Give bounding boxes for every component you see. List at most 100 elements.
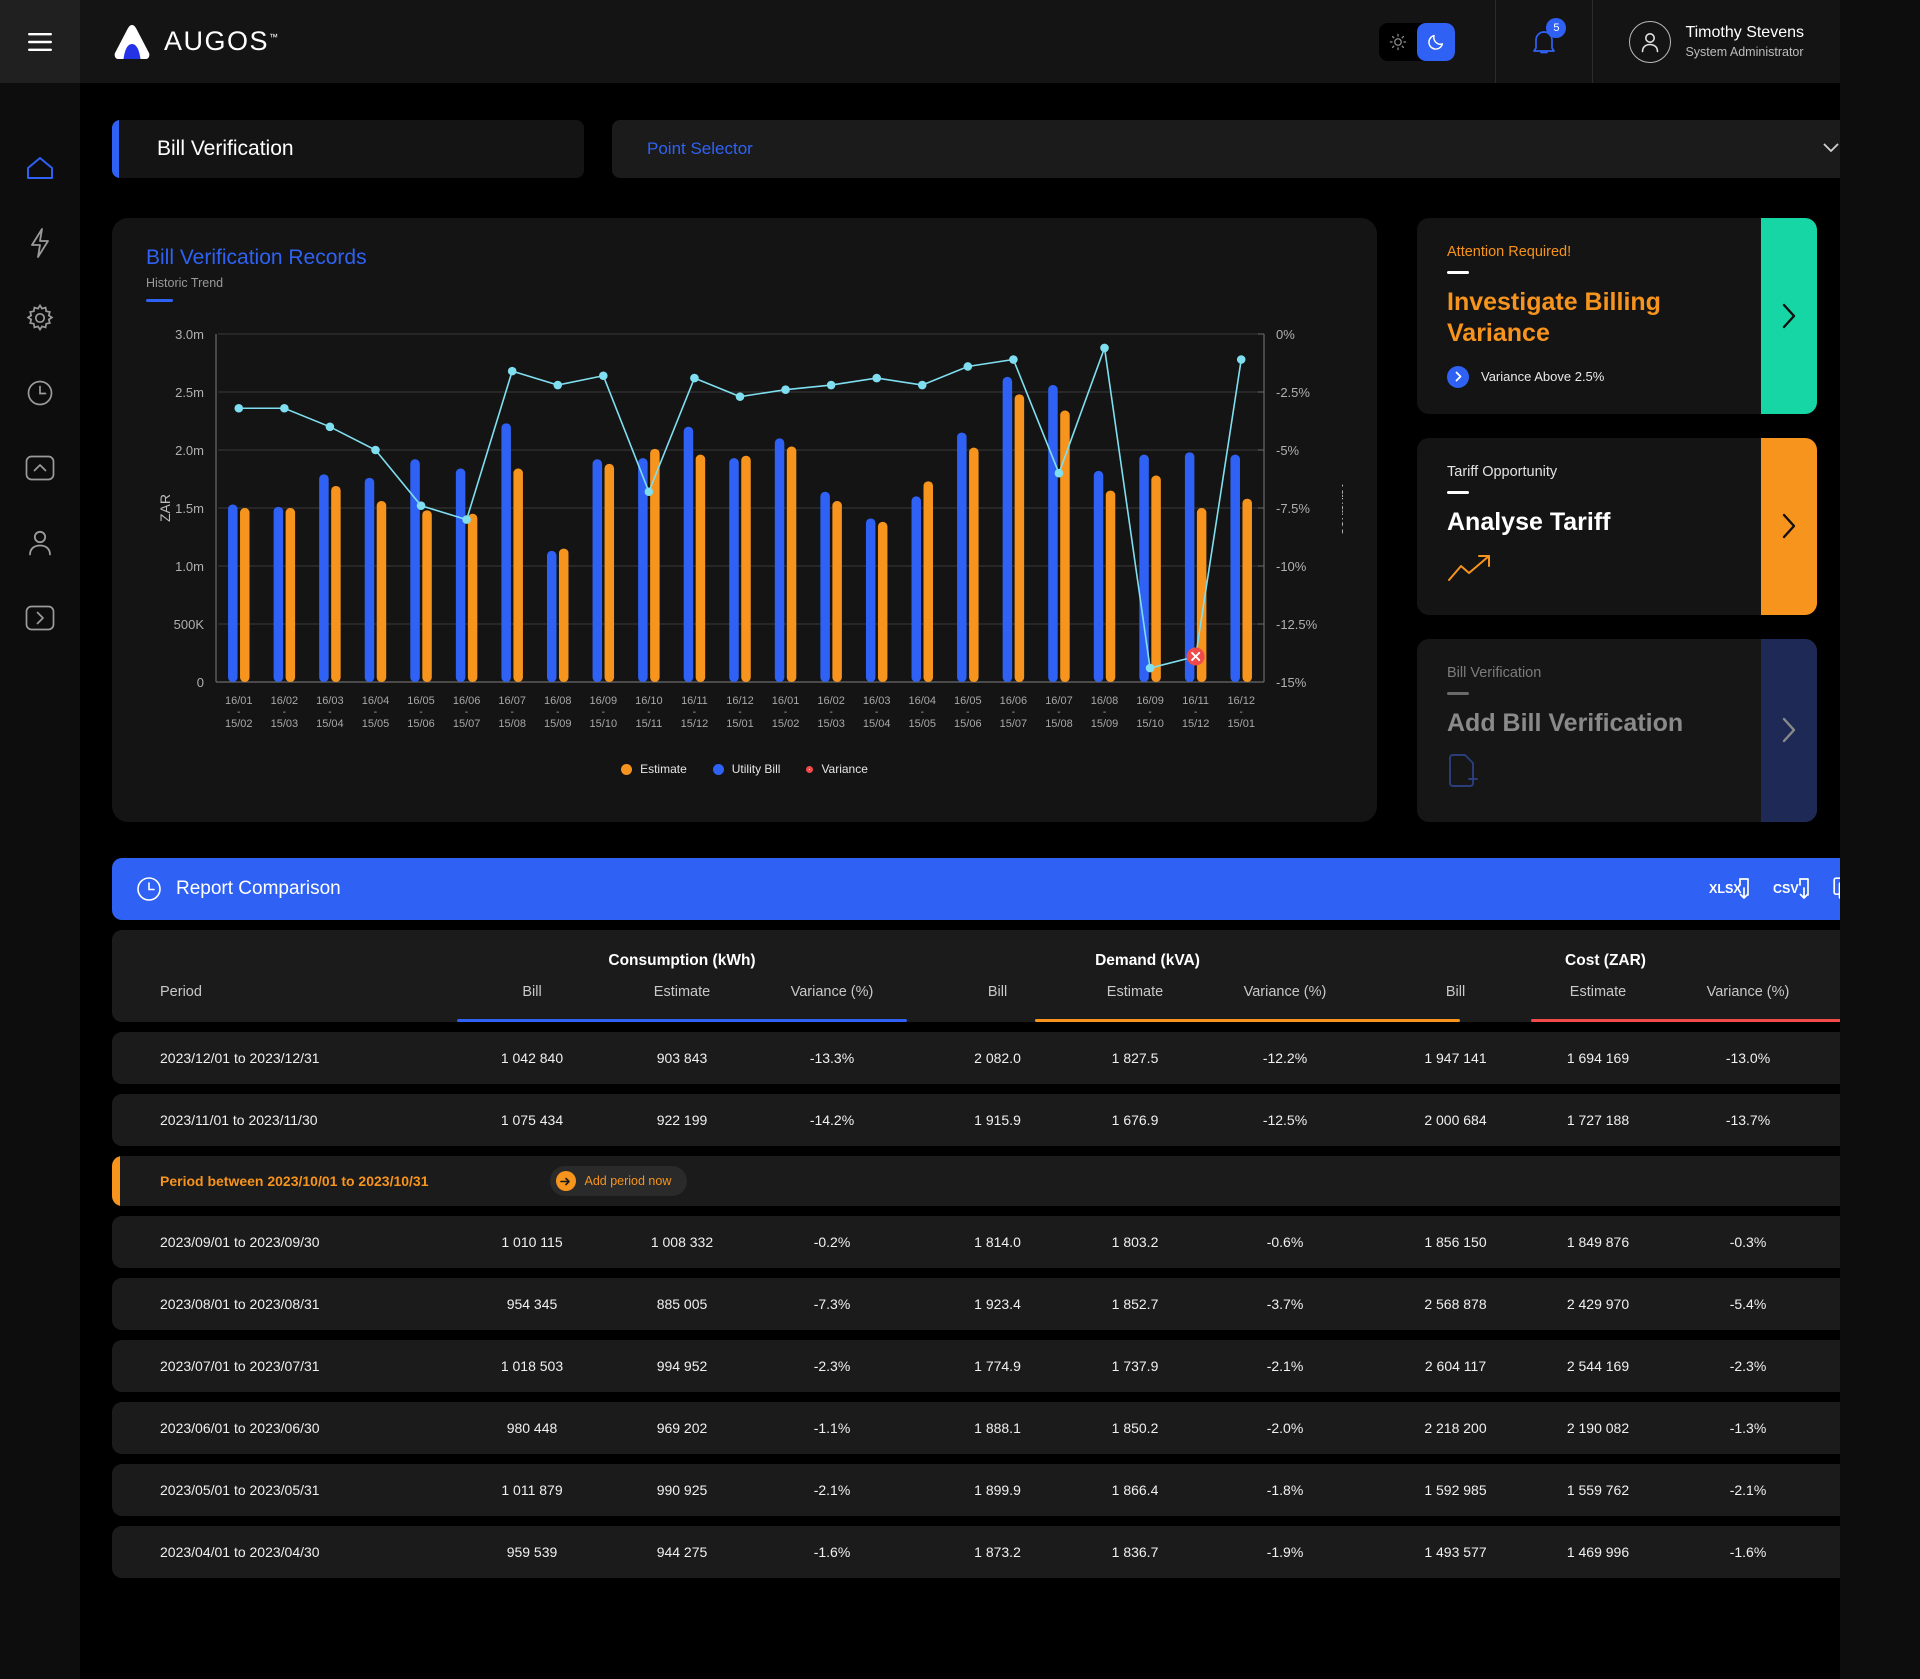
row-period: 2023/07/01 to 2023/07/31 [160, 1358, 320, 1374]
svg-text:16/06: 16/06 [453, 695, 481, 707]
cost-bill: 2 000 684 [1424, 1112, 1487, 1128]
table-header: Consumption (kWh) Demand (kVA) Cost (ZAR) P… [112, 930, 1920, 1022]
svg-text:-: - [1103, 707, 1106, 718]
promo-card-arrow[interactable] [1761, 638, 1817, 822]
consumption-estimate: 969 202 [656, 1420, 708, 1436]
column-header: Variance (%) [790, 984, 874, 1000]
promo-card-arrow[interactable] [1761, 218, 1817, 414]
demand-variance: -2.1% [1266, 1358, 1304, 1374]
sidebar [0, 0, 80, 1679]
svg-text:15/07: 15/07 [1000, 718, 1028, 730]
svg-text:15/06: 15/06 [407, 718, 435, 730]
chevron-down-icon[interactable] [1823, 140, 1839, 158]
export-xlsx-button[interactable]: XLSX [1709, 875, 1753, 903]
consumption-variance: -13.3% [809, 1050, 855, 1066]
table-row[interactable]: 2023/04/01 to 2023/04/30 959 539 944 275 -1… [112, 1526, 1920, 1578]
demand-estimate: 1 803.2 [1111, 1234, 1159, 1250]
table-row[interactable]: 2023/06/01 to 2023/06/30 980 448 969 202 -1… [112, 1402, 1920, 1454]
sidebar-item-expand[interactable] [23, 601, 57, 635]
svg-text:16/12: 16/12 [726, 695, 754, 707]
warning-accent-bar [112, 1156, 120, 1206]
svg-text:15/08: 15/08 [1045, 718, 1073, 730]
sidebar-item-history[interactable] [23, 376, 57, 410]
promo-card-list: Attention Required! Investigate Billing V… [1417, 218, 1817, 822]
consumption-estimate: 885 005 [656, 1296, 708, 1312]
add-period-button[interactable]: Add period now [549, 1166, 688, 1196]
demand-bill: 2 082.0 [974, 1050, 1021, 1066]
report-comparison-row: Report Comparison XLSX CSV [112, 858, 1920, 920]
column-header: Variance (%) [1706, 984, 1790, 1000]
table-row[interactable]: 2023/12/01 to 2023/12/31 1 042 840 903 843… [112, 1032, 1920, 1084]
sidebar-item-settings[interactable] [23, 301, 57, 335]
notifications-button[interactable]: 5 [1496, 0, 1592, 83]
sidebar-item-account[interactable] [23, 526, 57, 560]
sidebar-item-collapse[interactable] [23, 451, 57, 485]
consumption-bill: 980 448 [506, 1420, 558, 1436]
svg-text:-: - [738, 707, 741, 718]
clock-icon [27, 380, 53, 406]
svg-text:15/11: 15/11 [636, 718, 663, 730]
user-profile[interactable]: Timothy Stevens System Administrator [1593, 0, 1840, 83]
legend-item[interactable]: Estimate [621, 762, 687, 776]
svg-text:15/05: 15/05 [362, 718, 390, 730]
export-csv-button[interactable]: CSV [1773, 875, 1813, 903]
svg-text:-: - [693, 707, 696, 718]
table-row[interactable]: 2023/09/01 to 2023/09/30 1 010 115 1 008 3… [112, 1216, 1920, 1268]
theme-toggle[interactable] [1379, 22, 1456, 61]
sun-icon [1390, 33, 1407, 50]
promo-kicker: Attention Required! [1447, 244, 1572, 260]
brand-logo[interactable]: AUGOS™ [112, 23, 280, 61]
moon-icon [1428, 34, 1444, 50]
legend-item[interactable]: Utility Bill [712, 762, 780, 776]
row-period: 2023/12/01 to 2023/12/31 [160, 1050, 320, 1066]
chevron-right-box-icon [25, 605, 55, 631]
legend-item[interactable]: Variance [806, 762, 868, 776]
promo-card[interactable]: Attention Required! Investigate Billing V… [1417, 218, 1817, 414]
table-group-header: Consumption (kWh) Demand (kVA) Cost (ZAR) [112, 952, 1920, 970]
table-row[interactable]: 2023/05/01 to 2023/05/31 1 011 879 990 925… [112, 1464, 1920, 1516]
report-comparison-bar[interactable]: Report Comparison XLSX CSV [112, 858, 1875, 920]
trend-up-icon [1447, 552, 1731, 589]
svg-text:16/04: 16/04 [908, 695, 936, 707]
svg-text:15/09: 15/09 [544, 718, 572, 730]
svg-text:16/03: 16/03 [316, 695, 344, 707]
promo-card[interactable]: Tariff Opportunity Analyse Tariff [1417, 437, 1817, 615]
svg-text:15/03: 15/03 [817, 718, 845, 730]
demand-bill: 1 774.9 [974, 1358, 1021, 1374]
cost-estimate: 2 544 169 [1566, 1358, 1630, 1374]
table-row[interactable]: 2023/11/01 to 2023/11/30 1 075 434 922 199… [112, 1094, 1920, 1146]
cost-bill: 1 947 141 [1424, 1050, 1487, 1066]
svg-text:15/08: 15/08 [498, 718, 526, 730]
table-row[interactable]: 2023/07/01 to 2023/07/31 1 018 503 994 952… [112, 1340, 1920, 1392]
point-selector-label: Point Selector [647, 139, 753, 158]
column-group-underline [1035, 1019, 1460, 1022]
demand-estimate: 1 850.2 [1111, 1420, 1159, 1436]
column-group-underline [457, 1019, 907, 1022]
svg-text:15/02: 15/02 [225, 718, 253, 730]
theme-light-button[interactable] [1379, 23, 1417, 61]
svg-text:-: - [328, 707, 331, 718]
column-header: Estimate [1569, 984, 1627, 1000]
sidebar-item-energy[interactable] [23, 226, 57, 260]
svg-text:2.5m: 2.5m [175, 385, 204, 400]
clock-icon [137, 877, 161, 901]
person-icon [29, 530, 51, 556]
consumption-variance: -14.2% [809, 1112, 855, 1128]
consumption-estimate: 922 199 [656, 1112, 708, 1128]
sidebar-item-home[interactable] [23, 151, 57, 185]
table-row[interactable]: 2023/08/01 to 2023/08/31 954 345 885 005 -7… [112, 1278, 1920, 1330]
demand-variance: -1.9% [1266, 1544, 1304, 1560]
promo-card-arrow[interactable] [1761, 437, 1817, 615]
demand-estimate: 1 676.9 [1111, 1112, 1159, 1128]
svg-text:0%: 0% [1276, 327, 1295, 342]
promo-card[interactable]: Bill Verification Add Bill Verification [1417, 638, 1817, 822]
consumption-bill: 959 539 [506, 1544, 558, 1560]
theme-dark-button[interactable] [1417, 22, 1456, 61]
svg-text:15/07: 15/07 [453, 718, 481, 730]
sidebar-hamburger-button[interactable] [0, 0, 80, 83]
svg-text:-: - [1057, 707, 1060, 718]
demand-variance: -3.7% [1266, 1296, 1304, 1312]
point-selector[interactable]: Point Selector [612, 120, 1920, 178]
column-header: Estimate [1106, 984, 1164, 1000]
